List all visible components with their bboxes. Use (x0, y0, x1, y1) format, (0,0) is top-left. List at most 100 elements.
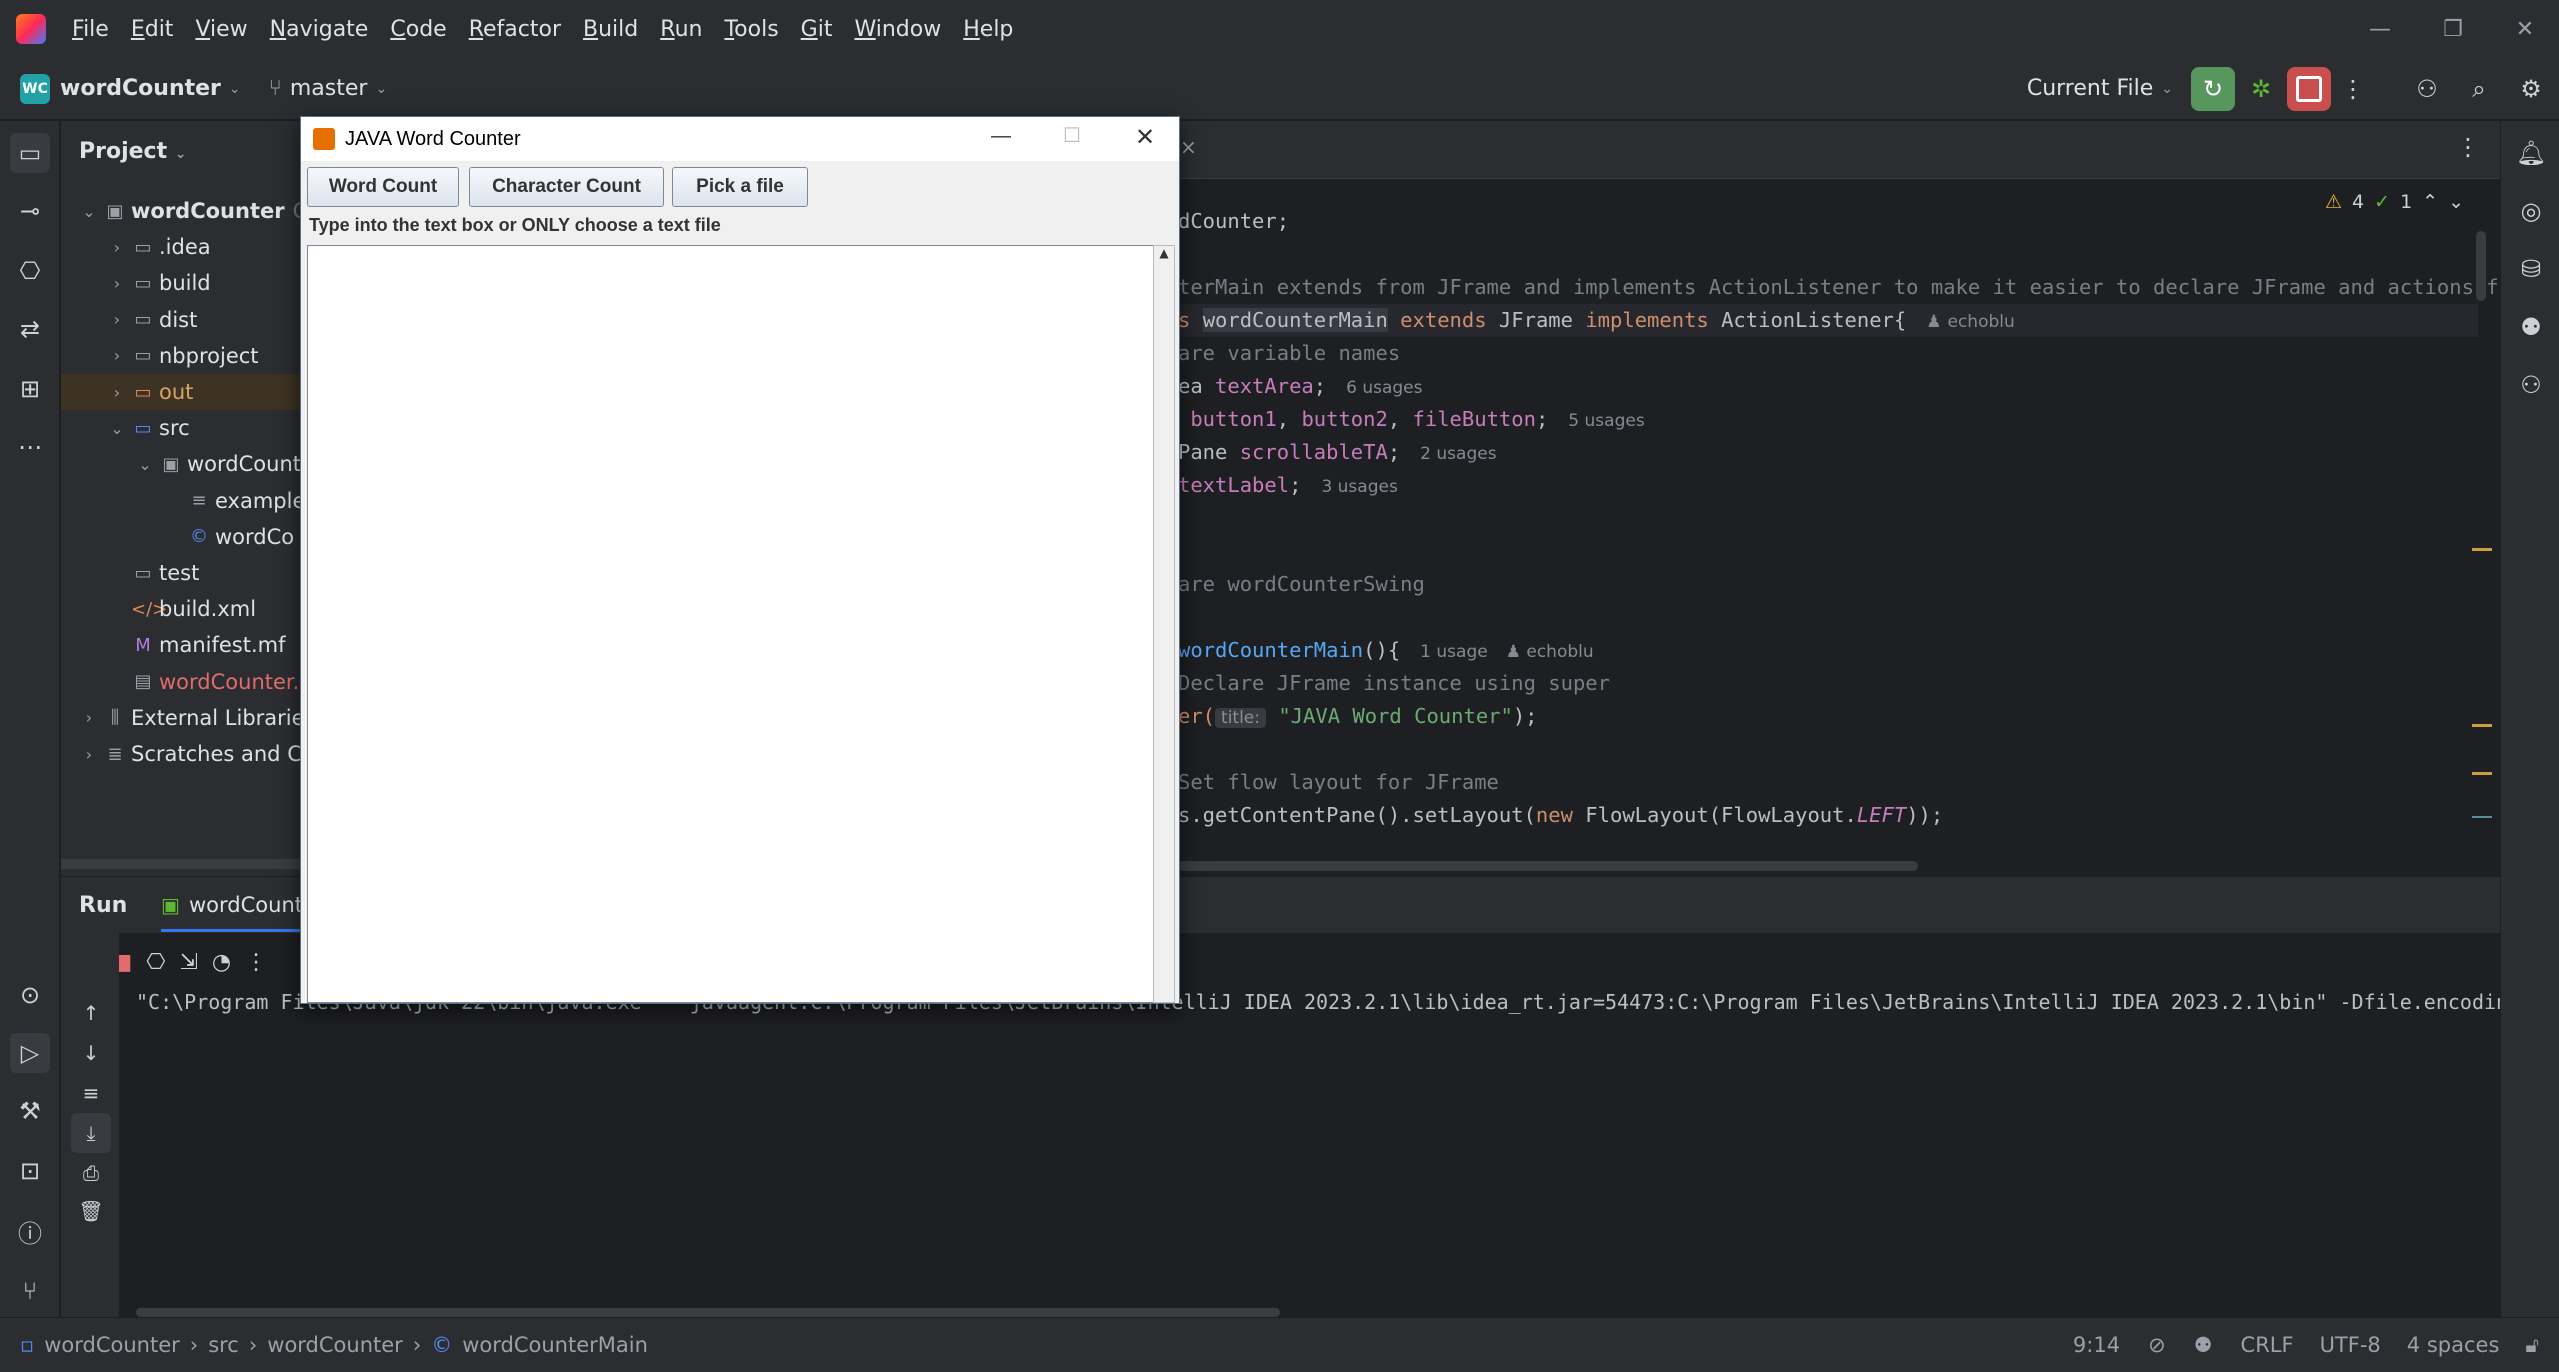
tree-item[interactable]: ⌄ ▭ src (61, 410, 301, 446)
menu-run[interactable]: Run (660, 17, 702, 42)
tree-item[interactable]: › ▭ build (61, 265, 301, 301)
tree-item[interactable]: </> build.xml (61, 591, 301, 627)
services-icon[interactable]: ⊙ (10, 975, 50, 1015)
chevron-right-icon[interactable]: › (79, 708, 99, 727)
project-panel-title[interactable]: Project (79, 139, 167, 164)
copilot-icon[interactable]: ⚉ (2511, 307, 2551, 347)
menu-view[interactable]: View (195, 17, 247, 42)
ai-off-icon[interactable]: ⊘ (2148, 1333, 2166, 1357)
menu-code[interactable]: Code (390, 17, 446, 42)
export-icon[interactable]: ⇲ (179, 950, 197, 975)
chevron-right-icon[interactable]: › (107, 310, 127, 329)
chevron-right-icon[interactable]: › (107, 274, 127, 293)
run-config-tab[interactable]: wordCounte (189, 893, 316, 917)
vertical-scrollbar[interactable]: ▲ (1153, 245, 1175, 1003)
chevron-right-icon[interactable]: › (107, 238, 127, 257)
tree-item[interactable]: › ≣ Scratches and Co (61, 736, 301, 772)
code-with-me-icon[interactable]: ⚇ (2405, 67, 2449, 111)
commit-icon[interactable]: ⊸ (10, 191, 50, 231)
code-line[interactable]: terMain extends from JFrame and implemen… (1178, 271, 2500, 304)
close-icon[interactable]: ✕ (1135, 123, 1155, 152)
code-line[interactable]: button1, button2, fileButton; 5 usages (1178, 403, 1644, 436)
pull-requests-icon[interactable]: ⇄ (10, 309, 50, 349)
error-stripe-mark[interactable] (2472, 816, 2492, 818)
usages-hint[interactable]: 2 usages (1420, 444, 1496, 464)
run-tool-icon[interactable]: ▷ (10, 1033, 50, 1073)
tree-item[interactable]: › ⫼ External Libraries (61, 700, 301, 736)
pick-file-button[interactable]: Pick a file (672, 167, 808, 207)
menu-refactor[interactable]: Refactor (469, 17, 561, 42)
project-tool-icon[interactable]: ▭ (10, 133, 50, 173)
more-tools-icon[interactable]: ⋯ (10, 427, 50, 467)
usages-hint[interactable]: 3 usages (1321, 477, 1397, 497)
tree-item[interactable]: ⌄ ▣ wordCount (61, 446, 301, 482)
line-ending[interactable]: CRLF (2241, 1333, 2294, 1357)
text-area[interactable] (307, 245, 1155, 1003)
chevron-down-icon[interactable]: ⌄ (2448, 191, 2464, 213)
tree-item[interactable]: › ▭ .idea (61, 229, 301, 265)
search-icon[interactable]: ⌕ (2457, 67, 2501, 111)
code-editor[interactable]: dCounter; terMain extends from JFrame and… (1178, 121, 2500, 876)
indent-setting[interactable]: 4 spaces (2407, 1333, 2500, 1357)
breadcrumb-item[interactable]: wordCounter (44, 1333, 180, 1357)
chevron-down-icon[interactable]: ⌄ (107, 419, 127, 438)
database-icon[interactable]: ⛁ (2511, 249, 2551, 289)
copilot-status-icon[interactable]: ⚉ (2194, 1333, 2213, 1357)
code-line[interactable]: Set flow layout for JFrame (1178, 766, 1499, 799)
code-line[interactable]: Pane scrollableTA; 2 usages (1178, 436, 1497, 469)
breadcrumb-item[interactable]: src (208, 1333, 239, 1357)
scroll-up-icon[interactable]: ▲ (1154, 246, 1174, 260)
print-icon[interactable]: ⎙ (71, 1153, 111, 1193)
code-line[interactable]: Declare JFrame instance using super (1178, 667, 1610, 700)
warning-icon[interactable]: ⚠ (2325, 191, 2342, 213)
error-stripe-mark[interactable] (2472, 772, 2492, 775)
chevron-down-icon[interactable]: ⌄ (229, 81, 241, 97)
tree-item[interactable]: ▤ wordCounter.i (61, 664, 301, 700)
code-line[interactable]: dCounter; (1178, 205, 1289, 238)
arrow-down-icon[interactable]: ↓ (71, 1033, 111, 1073)
horizontal-scrollbar[interactable] (136, 1308, 1280, 1317)
chevron-down-icon[interactable]: ⌄ (79, 202, 99, 221)
code-line[interactable]: are wordCounterSwing (1178, 568, 1425, 601)
author-hint[interactable]: echoblu (1526, 642, 1593, 662)
word-count-button[interactable]: Word Count (307, 167, 459, 207)
error-stripe-mark[interactable] (2472, 548, 2492, 551)
character-count-button[interactable]: Character Count (469, 167, 664, 207)
notifications-icon[interactable]: 🔔︎ (2511, 133, 2551, 173)
menu-file[interactable]: File (72, 17, 109, 42)
screenshot-icon[interactable]: ⎔ (146, 950, 165, 975)
chevron-down-icon[interactable]: ⌄ (175, 146, 187, 162)
menu-window[interactable]: Window (854, 17, 941, 42)
usages-hint[interactable]: 6 usages (1346, 378, 1422, 398)
profiler-icon[interactable]: ◔ (212, 950, 231, 975)
file-encoding[interactable]: UTF-8 (2320, 1333, 2381, 1357)
copilot-chat-icon[interactable]: ⚇ (2511, 365, 2551, 405)
branch-selector[interactable]: master (290, 76, 368, 101)
tree-item[interactable]: › ▭ dist (61, 302, 301, 338)
lock-icon[interactable]: 🔓︎ (2525, 1333, 2539, 1358)
horizontal-scrollbar[interactable] (1178, 861, 1918, 871)
minimize-icon[interactable]: — (991, 125, 1011, 148)
ai-assistant-icon[interactable]: ⎔ (10, 251, 50, 291)
run-tab[interactable]: Run (79, 893, 127, 918)
vertical-scrollbar[interactable] (2476, 231, 2486, 301)
tree-item[interactable]: ▭ test (61, 555, 301, 591)
maximize-icon[interactable]: ☐ (1063, 123, 1081, 148)
usages-hint[interactable]: 5 usages (1568, 411, 1644, 431)
git-icon[interactable]: ⑂ (10, 1271, 50, 1311)
menu-help[interactable]: Help (963, 17, 1013, 42)
tree-item[interactable]: › ▭ out (61, 374, 301, 410)
code-line[interactable]: wordCounterMain(){1 usage ♟ echoblu (1178, 634, 1594, 667)
code-line[interactable]: ea textArea; 6 usages (1178, 370, 1423, 403)
menu-navigate[interactable]: Navigate (270, 17, 369, 42)
more-icon[interactable]: ⋮ (2331, 67, 2375, 111)
rerun-icon[interactable]: ↻ (2191, 66, 2235, 111)
chevron-down-icon[interactable]: ⌄ (2161, 81, 2173, 97)
code-line[interactable]: s wordCounterMain extends JFrame impleme… (1178, 304, 2478, 337)
structure-icon[interactable]: ⊞ (10, 369, 50, 409)
run-config-selector[interactable]: Current File (2027, 76, 2153, 101)
code-line[interactable]: s.getContentPane().setLayout(new FlowLay… (1178, 799, 1943, 832)
close-tab-icon[interactable]: × (1180, 135, 1197, 159)
chevron-right-icon[interactable]: › (107, 383, 127, 402)
intellij-logo-icon[interactable] (16, 14, 46, 44)
